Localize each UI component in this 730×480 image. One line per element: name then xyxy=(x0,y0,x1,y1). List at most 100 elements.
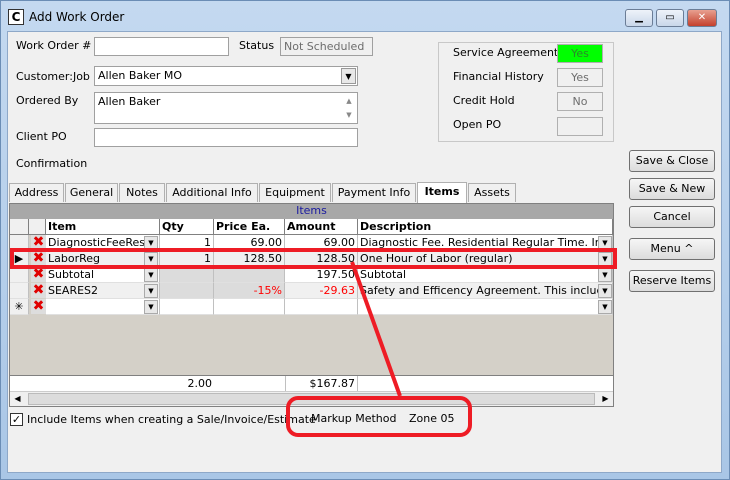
qty-cell[interactable]: 1 xyxy=(160,235,214,251)
qty-cell[interactable] xyxy=(160,283,214,299)
tab-assets[interactable]: Assets xyxy=(468,183,516,202)
amount-cell[interactable]: 197.50 xyxy=(285,267,358,283)
reserve-items-button[interactable]: Reserve Items xyxy=(629,270,715,292)
tab-additional-info[interactable]: Additional Info xyxy=(166,183,258,202)
close-button[interactable]: ✕ xyxy=(687,9,717,27)
tab-notes[interactable]: Notes xyxy=(119,183,165,202)
tab-payment-info[interactable]: Payment Info xyxy=(332,183,416,202)
save-new-button[interactable]: Save & New xyxy=(629,178,715,200)
minimize-button[interactable]: ▁ xyxy=(625,9,653,27)
price-cell[interactable]: 128.50 xyxy=(214,251,285,267)
grid-title: Items xyxy=(10,204,613,219)
work-order-input[interactable] xyxy=(94,37,229,56)
column-header-qty[interactable]: Qty xyxy=(160,219,214,235)
minimize-icon: ▁ xyxy=(635,12,643,23)
chevron-down-icon[interactable]: ▼ xyxy=(144,236,158,250)
scroll-left-icon[interactable]: ◀ xyxy=(10,392,25,406)
totals-row: 2.00 $167.87 xyxy=(10,375,613,392)
delete-row-icon[interactable]: ✖ xyxy=(31,267,46,282)
total-amount: $167.87 xyxy=(285,376,358,392)
row-indicator[interactable]: ▶ xyxy=(10,251,29,267)
status-label: Status xyxy=(239,39,275,52)
confirmation-label: Confirmation xyxy=(16,157,88,170)
delete-row-icon[interactable]: ✖ xyxy=(31,283,46,298)
status-field: Not Scheduled xyxy=(280,37,373,56)
customer-combobox[interactable]: Allen Baker MO ▼ xyxy=(94,66,358,86)
scrollbar[interactable]: ▲ ▼ xyxy=(342,94,356,122)
chevron-down-icon[interactable]: ▼ xyxy=(144,268,158,282)
item-cell[interactable]: Subtotal xyxy=(46,267,160,283)
save-close-button[interactable]: Save & Close xyxy=(629,150,715,172)
financial-history-value: Yes xyxy=(557,68,603,87)
item-cell[interactable]: LaborReg xyxy=(46,251,160,267)
delete-row-icon[interactable]: ✖ xyxy=(31,251,46,266)
total-qty: 2.00 xyxy=(187,377,213,390)
price-cell[interactable] xyxy=(214,299,285,315)
price-cell[interactable] xyxy=(214,267,285,283)
description-cell[interactable]: Subtotal xyxy=(358,267,613,283)
include-items-label: Include Items when creating a Sale/Invoi… xyxy=(27,413,316,426)
column-header-amount[interactable]: Amount xyxy=(285,219,358,235)
flag-label: Financial History xyxy=(453,70,544,83)
item-cell[interactable] xyxy=(46,299,160,315)
amount-cell[interactable]: -29.63 xyxy=(285,283,358,299)
checkmark-icon: ✓ xyxy=(11,413,22,426)
row-indicator[interactable] xyxy=(10,283,29,299)
qty-cell[interactable]: 1 xyxy=(160,251,214,267)
chevron-down-icon[interactable]: ▼ xyxy=(598,268,612,282)
ordered-by-textarea[interactable]: Allen Baker ▲ ▼ xyxy=(94,92,358,124)
description-cell[interactable] xyxy=(358,299,613,315)
chevron-down-icon[interactable]: ▼ xyxy=(144,252,158,266)
column-header-item[interactable]: Item xyxy=(46,219,160,235)
chevron-down-icon[interactable]: ▼ xyxy=(598,236,612,250)
row-indicator[interactable] xyxy=(10,267,29,283)
amount-cell[interactable]: 128.50 xyxy=(285,251,358,267)
chevron-down-icon[interactable]: ▼ xyxy=(341,68,356,84)
description-cell[interactable]: Diagnostic Fee. Residential Regular Time… xyxy=(358,235,613,251)
amount-cell[interactable]: 69.00 xyxy=(285,235,358,251)
flag-label: Credit Hold xyxy=(453,94,515,107)
description-cell[interactable]: One Hour of Labor (regular) xyxy=(358,251,613,267)
scroll-right-icon[interactable]: ▶ xyxy=(598,392,613,406)
item-cell[interactable]: SEARES2 xyxy=(46,283,160,299)
item-cell[interactable]: DiagnosticFeeResR xyxy=(46,235,160,251)
client-po-input[interactable] xyxy=(94,128,358,147)
column-header-price[interactable]: Price Ea. xyxy=(214,219,285,235)
chevron-down-icon[interactable]: ▼ xyxy=(144,300,158,314)
delete-row-icon[interactable]: ✖ xyxy=(31,299,46,314)
customer-label: Customer:Job xyxy=(16,70,90,83)
row-header-corner xyxy=(10,219,29,235)
ordered-by-value: Allen Baker xyxy=(98,95,161,108)
price-cell[interactable]: -15% xyxy=(214,283,285,299)
delete-header xyxy=(29,219,46,235)
chevron-down-icon[interactable]: ▼ xyxy=(144,284,158,298)
include-items-checkbox[interactable]: ✓ xyxy=(10,413,23,426)
app-icon: C xyxy=(8,9,24,25)
qty-cell[interactable] xyxy=(160,267,214,283)
cancel-button[interactable]: Cancel xyxy=(629,206,715,228)
tab-general[interactable]: General xyxy=(65,183,118,202)
chevron-down-icon[interactable]: ▼ xyxy=(598,284,612,298)
column-header-description[interactable]: Description xyxy=(358,219,613,235)
ordered-by-label: Ordered By xyxy=(16,94,79,107)
tab-address[interactable]: Address xyxy=(9,183,64,202)
price-cell[interactable]: 69.00 xyxy=(214,235,285,251)
amount-cell[interactable] xyxy=(285,299,358,315)
tab-items[interactable]: Items xyxy=(417,182,467,203)
markup-method-label: Markup Method xyxy=(311,412,397,425)
tab-equipment[interactable]: Equipment xyxy=(259,183,331,202)
horizontal-scrollbar[interactable]: ◀ ▶ xyxy=(10,391,613,406)
service-agreement-value: Yes xyxy=(557,44,603,63)
description-cell[interactable]: Safety and Efficency Agreement. This inc… xyxy=(358,283,613,299)
chevron-down-icon[interactable]: ▼ xyxy=(598,252,612,266)
maximize-button[interactable]: ▭ xyxy=(656,9,684,27)
qty-cell[interactable] xyxy=(160,299,214,315)
row-indicator[interactable]: ✳ xyxy=(10,299,29,315)
menu-button[interactable]: Menu ^ xyxy=(629,238,715,260)
credit-hold-value: No xyxy=(557,92,603,111)
row-indicator[interactable] xyxy=(10,235,29,251)
scrollbar-thumb[interactable] xyxy=(28,393,595,405)
items-grid[interactable]: Items Item Qty Price Ea. Amount Descript… xyxy=(9,203,614,407)
delete-row-icon[interactable]: ✖ xyxy=(31,235,46,250)
chevron-down-icon[interactable]: ▼ xyxy=(598,300,612,314)
